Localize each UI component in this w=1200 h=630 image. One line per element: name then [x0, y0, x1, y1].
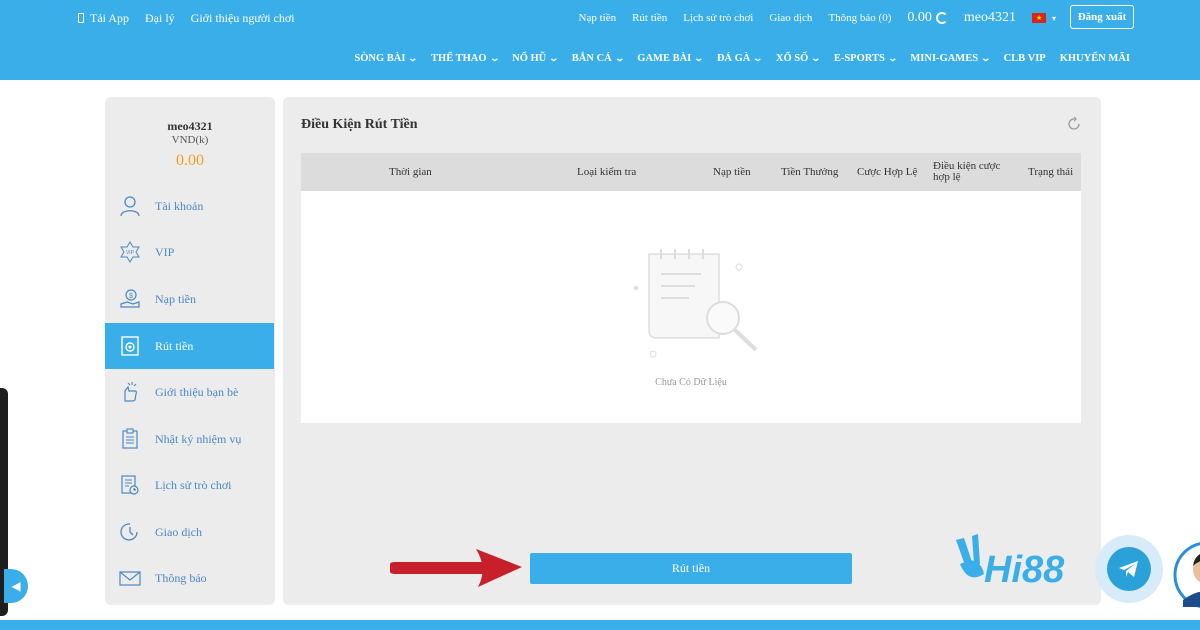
table-header: Thời gian Loại kiểm tra Nạp tiền Tiền Th… [301, 153, 1081, 191]
nav-sports[interactable]: THỂ THAO ⌄ [431, 52, 500, 64]
red-arrow-annotation [390, 549, 522, 587]
user-icon [119, 195, 141, 217]
referral-program-link[interactable]: Giới thiệu người chơi [191, 11, 295, 26]
nav-slots[interactable]: NỔ HŨ ⌄ [512, 52, 560, 64]
phone-icon [78, 12, 84, 23]
column-header: Loại kiểm tra [577, 165, 637, 178]
vietnam-flag-icon[interactable] [1031, 13, 1046, 23]
nav-promotions[interactable]: KHUYẾN MÃI [1060, 53, 1130, 64]
nav-vip-club[interactable]: CLB VIP [1004, 53, 1046, 64]
withdraw-button[interactable]: Rút tiền [530, 553, 852, 584]
chevron-down-icon: ⌄ [887, 52, 898, 63]
svg-text:$: $ [129, 293, 133, 300]
withdraw-icon [119, 335, 141, 357]
telegram-button[interactable] [1095, 535, 1163, 603]
sidebar-currency: VND(k) [171, 134, 209, 146]
svg-text:Hi88: Hi88 [984, 549, 1065, 590]
support-avatar[interactable] [1171, 530, 1200, 610]
sidebar-item-label: Giới thiệu bạn bè [155, 384, 239, 399]
column-header: Nạp tiền [713, 165, 751, 178]
task-log-icon [119, 428, 141, 450]
deposit-icon: $ [119, 288, 141, 310]
sidebar-item-label: Nhật ký nhiệm vụ [155, 431, 242, 446]
top-game-history-link[interactable]: Lịch sử trò chơi [683, 12, 753, 24]
sidebar-item-label: Thông báo [155, 570, 207, 585]
sidebar-item-task-log[interactable]: Nhật ký nhiệm vụ [105, 416, 275, 462]
mail-icon [119, 567, 141, 589]
download-app-link[interactable]: Tải App [78, 11, 129, 26]
top-left-links: Tải App Đại lý Giới thiệu người chơi [78, 0, 295, 36]
sidebar-item-vip[interactable]: VIP VIP [105, 229, 275, 275]
top-transaction-link[interactable]: Giao dịch [769, 12, 812, 24]
nav-casino[interactable]: SÒNG BÀI ⌄ [354, 52, 419, 64]
table-body: Chưa Có Dữ Liệu [301, 191, 1081, 423]
sidebar-item-transaction[interactable]: Giao dịch [105, 509, 275, 555]
sidebar-item-withdraw[interactable]: Rút tiền [105, 323, 274, 369]
chevron-down-icon: ⌄ [407, 52, 419, 63]
sidebar-username: meo4321 [167, 119, 213, 133]
sidebar-item-label: VIP [155, 244, 175, 259]
nav-mini-games[interactable]: MINI-GAMES ⌄ [910, 52, 992, 64]
sidebar-item-label: Rút tiền [155, 338, 194, 353]
nav-lottery[interactable]: XỔ SỐ ⌄ [776, 52, 822, 64]
agent-link[interactable]: Đại lý [145, 11, 175, 26]
sidebar-item-label: Giao dịch [155, 524, 202, 539]
sidebar-item-label: Tài khoản [155, 198, 204, 213]
top-right-links: Nạp tiền Rút tiền Lịch sử trò chơi Giao … [579, 0, 1056, 36]
column-header: Trạng thái [1028, 165, 1074, 178]
vip-badge-icon: VIP [119, 241, 141, 263]
sidebar-item-account[interactable]: Tài khoản [105, 183, 275, 229]
chevron-down-icon: ⌄ [489, 52, 500, 63]
column-header: Thời gian [389, 165, 432, 178]
transaction-icon [119, 521, 141, 543]
column-header: Điều kiện cược hợp lệ [933, 160, 1001, 183]
account-sidebar: meo4321 VND(k) 0.00 Tài khoản VIP VIP $ … [105, 97, 275, 605]
nav-card-games[interactable]: GAME BÀI ⌄ [637, 52, 705, 64]
top-withdraw-link[interactable]: Rút tiền [632, 12, 667, 24]
column-header: Tiền Thưởng [781, 165, 839, 178]
chevron-down-icon: ⌄ [693, 52, 705, 63]
chevron-down-icon: ⌄ [810, 52, 822, 63]
nav-esports[interactable]: E-SPORTS ⌄ [834, 52, 898, 64]
language-caret-icon[interactable]: ▾ [1052, 14, 1056, 23]
game-history-icon [119, 474, 141, 496]
sidebar-item-label: Lịch sử trò chơi [155, 477, 232, 492]
nav-cockfight[interactable]: ĐÁ GÀ ⌄ [717, 52, 764, 64]
empty-state-text: Chưa Có Dữ Liệu [655, 377, 727, 388]
collapse-arrow-icon[interactable]: ◀ [4, 569, 28, 603]
top-bar: Tải App Đại lý Giới thiệu người chơi Nạp… [0, 0, 1200, 36]
sidebar-item-notification[interactable]: Thông báo [105, 555, 275, 601]
chevron-down-icon: ⌄ [752, 52, 764, 63]
column-header: Cược Hợp Lệ [857, 165, 918, 178]
refresh-balance-icon[interactable] [935, 12, 948, 24]
chevron-down-icon: ⌄ [548, 52, 560, 63]
nav-fishing[interactable]: BẮN CÁ ⌄ [572, 52, 625, 64]
sidebar-item-referral[interactable]: Giới thiệu bạn bè [105, 369, 275, 415]
hi88-logo: Hi88 [956, 534, 1065, 590]
chevron-down-icon: ⌄ [614, 52, 625, 63]
withdraw-conditions-panel: Điều Kiện Rút Tiền Thời gian Loại kiểm t… [283, 97, 1101, 605]
sidebar-item-label: Nạp tiền [155, 291, 196, 306]
telegram-icon [1107, 547, 1151, 591]
logout-button[interactable]: Đăng xuất [1070, 5, 1134, 29]
top-balance: 0.00 [907, 10, 948, 26]
top-notification-link[interactable]: Thông báo (0) [828, 12, 891, 24]
sidebar-balance: 0.00 [176, 152, 204, 169]
page-title: Điều Kiện Rút Tiền [301, 117, 418, 132]
top-username[interactable]: meo4321 [964, 10, 1016, 26]
main-nav: SÒNG BÀI ⌄ THỂ THAO ⌄ NỔ HŨ ⌄ BẮN CÁ ⌄ GAME … [0, 36, 1200, 80]
reload-icon[interactable] [1067, 117, 1081, 131]
svg-text:VIP: VIP [126, 250, 135, 256]
footer-strip [0, 620, 1200, 630]
referral-icon [119, 381, 141, 403]
top-deposit-link[interactable]: Nạp tiền [579, 12, 617, 24]
chevron-down-icon: ⌄ [980, 52, 992, 63]
sidebar-item-game-history[interactable]: Lịch sử trò chơi [105, 462, 275, 508]
sidebar-item-deposit[interactable]: $ Nạp tiền [105, 276, 275, 322]
empty-data-icon [634, 249, 758, 358]
